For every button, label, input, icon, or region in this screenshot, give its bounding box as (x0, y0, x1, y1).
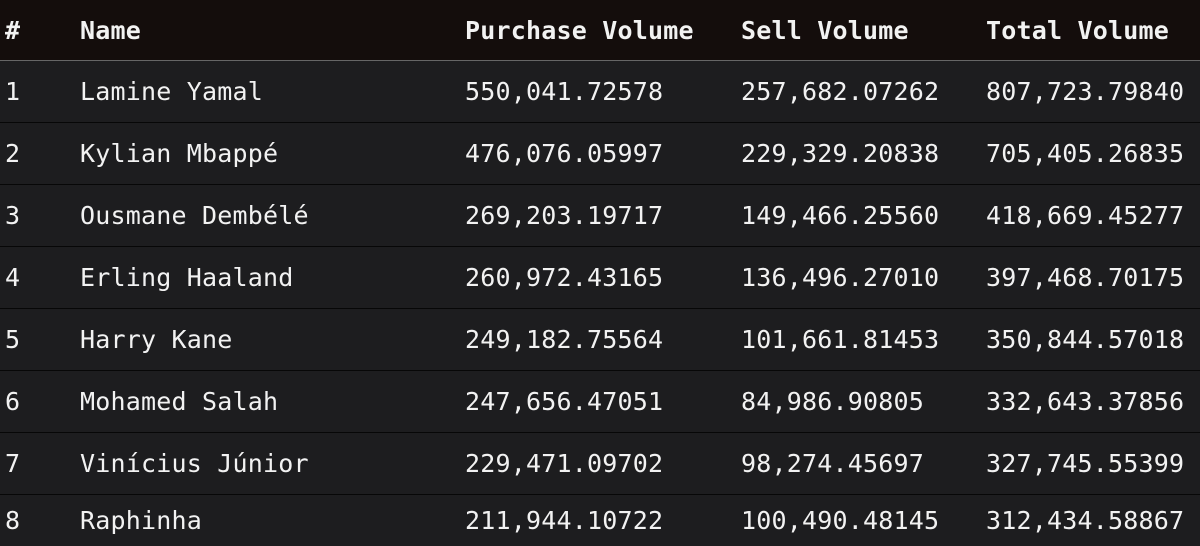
rank-cell: 1 (5, 77, 21, 106)
table-row[interactable]: 7 Vinícius Júnior 229,471.09702 98,274.4… (0, 433, 1200, 495)
name-cell: Lamine Yamal (80, 77, 264, 106)
purchase-volume-cell: 211,944.10722 (465, 506, 664, 535)
name-column-header[interactable]: Name (80, 0, 440, 60)
name-cell: Mohamed Salah (80, 387, 279, 416)
volume-table: # Name Purchase Volume Sell Volume Total… (0, 0, 1200, 546)
rank-cell: 4 (5, 263, 21, 292)
total-volume-cell: 807,723.79840 (986, 77, 1185, 106)
sell-volume-cell: 229,329.20838 (741, 139, 940, 168)
name-cell: Erling Haaland (80, 263, 294, 292)
purchase-volume-cell: 476,076.05997 (465, 139, 664, 168)
table-row[interactable]: 8 Raphinha 211,944.10722 100,490.48145 3… (0, 495, 1200, 546)
name-cell: Ousmane Dembélé (80, 201, 309, 230)
sell-volume-cell: 98,274.45697 (741, 449, 925, 478)
total-volume-cell: 312,434.58867 (986, 506, 1185, 535)
rank-cell: 2 (5, 139, 21, 168)
sell-volume-cell: 136,496.27010 (741, 263, 940, 292)
rank-cell: 6 (5, 387, 21, 416)
total-volume-cell: 705,405.26835 (986, 139, 1185, 168)
purchase-volume-cell: 249,182.75564 (465, 325, 664, 354)
total-volume-column-header[interactable]: Total Volume (986, 0, 1200, 60)
sell-volume-cell: 101,661.81453 (741, 325, 940, 354)
sell-volume-column-header[interactable]: Sell Volume (741, 0, 971, 60)
rank-cell: 3 (5, 201, 21, 230)
table-row[interactable]: 5 Harry Kane 249,182.75564 101,661.81453… (0, 309, 1200, 371)
table-row[interactable]: 3 Ousmane Dembélé 269,203.19717 149,466.… (0, 185, 1200, 247)
purchase-volume-column-header[interactable]: Purchase Volume (465, 0, 725, 60)
purchase-volume-cell: 260,972.43165 (465, 263, 664, 292)
purchase-volume-cell: 229,471.09702 (465, 449, 664, 478)
name-cell: Vinícius Júnior (80, 449, 309, 478)
total-volume-cell: 418,669.45277 (986, 201, 1185, 230)
purchase-volume-cell: 247,656.47051 (465, 387, 664, 416)
total-volume-cell: 350,844.57018 (986, 325, 1185, 354)
rank-cell: 5 (5, 325, 21, 354)
table-row[interactable]: 1 Lamine Yamal 550,041.72578 257,682.072… (0, 61, 1200, 123)
purchase-volume-cell: 269,203.19717 (465, 201, 664, 230)
table-header-row: # Name Purchase Volume Sell Volume Total… (0, 0, 1200, 61)
rank-column-header[interactable]: # (5, 0, 65, 60)
name-cell: Raphinha (80, 506, 203, 535)
sell-volume-cell: 100,490.48145 (741, 506, 940, 535)
rank-cell: 7 (5, 449, 21, 478)
total-volume-cell: 327,745.55399 (986, 449, 1185, 478)
table-row[interactable]: 2 Kylian Mbappé 476,076.05997 229,329.20… (0, 123, 1200, 185)
total-volume-cell: 332,643.37856 (986, 387, 1185, 416)
name-cell: Harry Kane (80, 325, 233, 354)
total-volume-cell: 397,468.70175 (986, 263, 1185, 292)
purchase-volume-cell: 550,041.72578 (465, 77, 664, 106)
sell-volume-cell: 257,682.07262 (741, 77, 940, 106)
table-row[interactable]: 6 Mohamed Salah 247,656.47051 84,986.908… (0, 371, 1200, 433)
sell-volume-cell: 149,466.25560 (741, 201, 940, 230)
rank-cell: 8 (5, 506, 21, 535)
name-cell: Kylian Mbappé (80, 139, 279, 168)
sell-volume-cell: 84,986.90805 (741, 387, 925, 416)
table-row[interactable]: 4 Erling Haaland 260,972.43165 136,496.2… (0, 247, 1200, 309)
